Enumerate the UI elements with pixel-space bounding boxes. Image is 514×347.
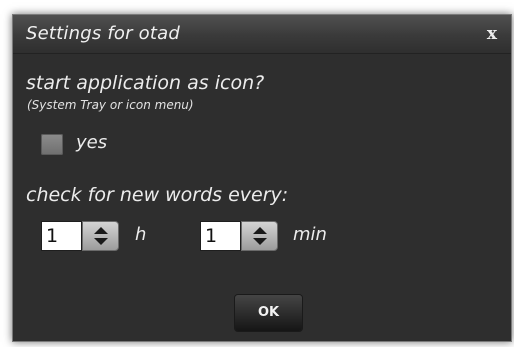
start-as-icon-checkbox[interactable]: [41, 134, 63, 155]
interval-setting-question: check for new words every:: [26, 184, 289, 206]
start-as-icon-label[interactable]: yes: [76, 132, 107, 153]
minutes-up-arrow-icon[interactable]: [253, 227, 267, 234]
minutes-input[interactable]: 1: [200, 221, 241, 251]
icon-setting-note: (System Tray or icon menu): [27, 98, 194, 112]
ok-button[interactable]: OK: [235, 295, 302, 331]
minutes-stepper[interactable]: [241, 221, 278, 251]
icon-setting-question: start application as icon?: [26, 72, 265, 94]
hours-input[interactable]: 1: [41, 221, 82, 251]
close-icon[interactable]: x: [483, 25, 501, 43]
minutes-unit-label: min: [293, 224, 327, 245]
hours-unit-label: h: [135, 224, 147, 245]
hours-stepper[interactable]: [82, 221, 119, 251]
settings-dialog: Settings for otad x start application as…: [12, 14, 512, 342]
minutes-down-arrow-icon[interactable]: [253, 238, 267, 245]
hours-up-arrow-icon[interactable]: [94, 227, 108, 234]
dialog-title: Settings for otad: [26, 23, 180, 44]
hours-down-arrow-icon[interactable]: [94, 238, 108, 245]
title-bar[interactable]: Settings for otad x: [13, 15, 511, 54]
